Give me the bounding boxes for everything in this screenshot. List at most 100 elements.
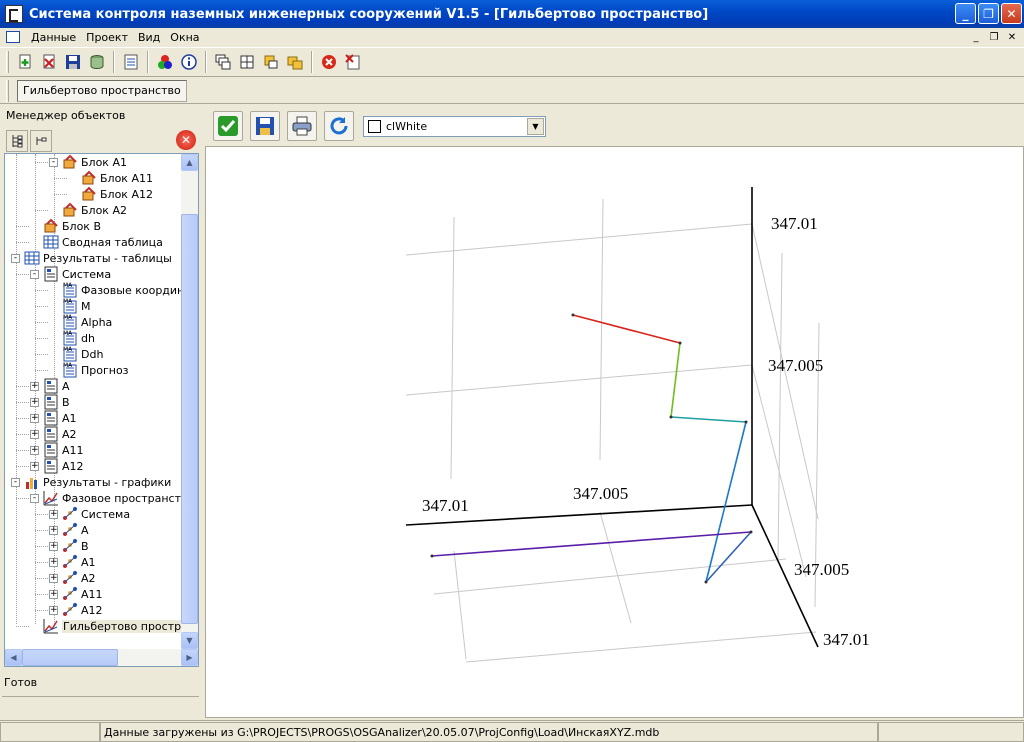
expand-icon[interactable]: +	[30, 445, 39, 455]
scroll-left-button[interactable]: ◀	[5, 649, 22, 666]
toolbar-grip[interactable]	[6, 51, 9, 73]
collapse-icon[interactable]: -	[30, 493, 39, 503]
scroll-thumb[interactable]	[181, 214, 198, 624]
tree-item[interactable]: MA Ddh	[49, 346, 103, 362]
expand-icon[interactable]: +	[49, 541, 58, 551]
expand-icon[interactable]: +	[30, 413, 39, 423]
minimize-all-button[interactable]	[284, 51, 306, 73]
app-icon[interactable]	[5, 5, 23, 23]
close-window-button[interactable]	[342, 51, 364, 73]
tree-item[interactable]: + A11	[30, 442, 84, 458]
hilbert-3d-chart[interactable]: 347.01 347.005 347.01 347.005 347.005 347.01	[206, 147, 1024, 719]
expand-icon[interactable]: +	[30, 429, 39, 439]
object-tree[interactable]: - Блок A1 Блок A11 Блок A12 Блок A2 Блок B Сво…	[4, 153, 199, 667]
tree-item[interactable]: MA Фазовые координаты	[49, 282, 198, 298]
expand-icon[interactable]: +	[30, 397, 39, 407]
tree-horizontal-scrollbar[interactable]: ◀ ▶	[5, 649, 198, 666]
mdi-close-button[interactable]: ✕	[1004, 30, 1020, 44]
tree-item[interactable]: + A	[30, 378, 70, 394]
collapse-icon[interactable]: -	[11, 253, 20, 263]
tree-item[interactable]: Блок B	[30, 218, 101, 234]
tree-item[interactable]: - Результаты - графики	[11, 474, 171, 490]
info-button[interactable]	[178, 51, 200, 73]
tree-item[interactable]: + A	[49, 522, 89, 538]
tree-item[interactable]: - Блок A1	[49, 154, 127, 170]
tree-item[interactable]: Блок A2	[49, 202, 127, 218]
checklist-button[interactable]	[120, 51, 142, 73]
stop-button[interactable]	[318, 51, 340, 73]
tree-item[interactable]: + A12	[49, 602, 103, 618]
colors-button[interactable]	[154, 51, 176, 73]
tree-item[interactable]: + B	[30, 394, 70, 410]
menu-view[interactable]: Вид	[133, 31, 165, 44]
document-icon[interactable]	[6, 31, 20, 43]
background-color-combo[interactable]: clWhite ▼	[363, 115, 546, 137]
expand-icon[interactable]: +	[49, 525, 58, 535]
close-button[interactable]: ✕	[1001, 3, 1022, 24]
expand-icon[interactable]: +	[30, 461, 39, 471]
mdi-restore-button[interactable]: ❐	[986, 30, 1002, 44]
expand-icon[interactable]: +	[49, 605, 58, 615]
menu-project[interactable]: Проект	[81, 31, 133, 44]
tree-item[interactable]: Гильбертово пространство	[30, 618, 198, 634]
minimize-button[interactable]: _	[955, 3, 976, 24]
tree-item[interactable]: + A2	[30, 426, 77, 442]
database-button[interactable]	[86, 51, 108, 73]
tile-button[interactable]	[236, 51, 258, 73]
tree-item[interactable]: MA Прогноз	[49, 362, 129, 378]
collapse-icon[interactable]: -	[30, 269, 39, 279]
panel-close-button[interactable]: ✕	[176, 130, 196, 150]
add-button[interactable]	[14, 51, 36, 73]
tree-item[interactable]: + A2	[49, 570, 96, 586]
expand-icon[interactable]: +	[49, 573, 58, 583]
tree-item[interactable]: - Фазовое пространство	[30, 490, 194, 506]
chevron-down-icon[interactable]: ▼	[527, 117, 544, 135]
tree-item[interactable]: Блок A11	[68, 170, 153, 186]
plot-save-button[interactable]	[250, 111, 280, 141]
expand-icon[interactable]: +	[49, 589, 58, 599]
trajectory-point	[744, 420, 748, 424]
tree-item[interactable]: + B	[49, 538, 89, 554]
tree-item[interactable]: + A1	[49, 554, 96, 570]
tree-connector	[16, 402, 29, 403]
toolbar-separator	[311, 51, 313, 73]
tree-item[interactable]: + Система	[49, 506, 130, 522]
toolbar-grip[interactable]	[6, 79, 9, 102]
print-button[interactable]	[287, 111, 317, 141]
collapse-icon[interactable]: -	[11, 477, 20, 487]
tree-item[interactable]: + A11	[49, 586, 103, 602]
expand-icon[interactable]: +	[30, 381, 39, 391]
tree-item[interactable]: Блок A12	[68, 186, 153, 202]
refresh-button[interactable]	[324, 111, 354, 141]
collapse-icon[interactable]: -	[49, 157, 58, 167]
hscroll-thumb[interactable]	[22, 649, 118, 666]
apply-button[interactable]	[213, 111, 243, 141]
expand-icon[interactable]: +	[49, 509, 58, 519]
scroll-down-button[interactable]: ▼	[181, 632, 198, 649]
cascade-button[interactable]	[212, 51, 234, 73]
expand-tree-button[interactable]	[6, 130, 28, 152]
expand-icon[interactable]: +	[49, 557, 58, 567]
scroll-up-button[interactable]: ▲	[181, 154, 198, 171]
hilbert-plot-area[interactable]: 347.01 347.005 347.01 347.005 347.005 347.01	[205, 146, 1024, 718]
save-button[interactable]	[62, 51, 84, 73]
maximize-button[interactable]: ❐	[978, 3, 999, 24]
scroll-right-button[interactable]: ▶	[181, 649, 198, 666]
tree-item[interactable]: + A1	[30, 410, 77, 426]
mdi-minimize-button[interactable]: _	[968, 30, 984, 44]
tree-vertical-scrollbar[interactable]: ▲ ▼	[181, 154, 198, 649]
tree-item[interactable]: MA M	[49, 298, 91, 314]
tree-item[interactable]: Сводная таблица	[30, 234, 163, 250]
arrange-button[interactable]	[260, 51, 282, 73]
window-tab-hilbert[interactable]: Гильбертово пространство	[17, 79, 187, 102]
tree-item[interactable]: + A12	[30, 458, 84, 474]
tree-item[interactable]: - Результаты - таблицы	[11, 250, 172, 266]
tree-connector	[35, 322, 48, 323]
collapse-tree-button[interactable]	[30, 130, 52, 152]
tree-item[interactable]: - Система	[30, 266, 111, 282]
tree-item[interactable]: MA dh	[49, 330, 95, 346]
menu-data[interactable]: Данные	[26, 31, 81, 44]
delete-button[interactable]	[38, 51, 60, 73]
tree-item[interactable]: MA Alpha	[49, 314, 112, 330]
menu-windows[interactable]: Окна	[165, 31, 204, 44]
